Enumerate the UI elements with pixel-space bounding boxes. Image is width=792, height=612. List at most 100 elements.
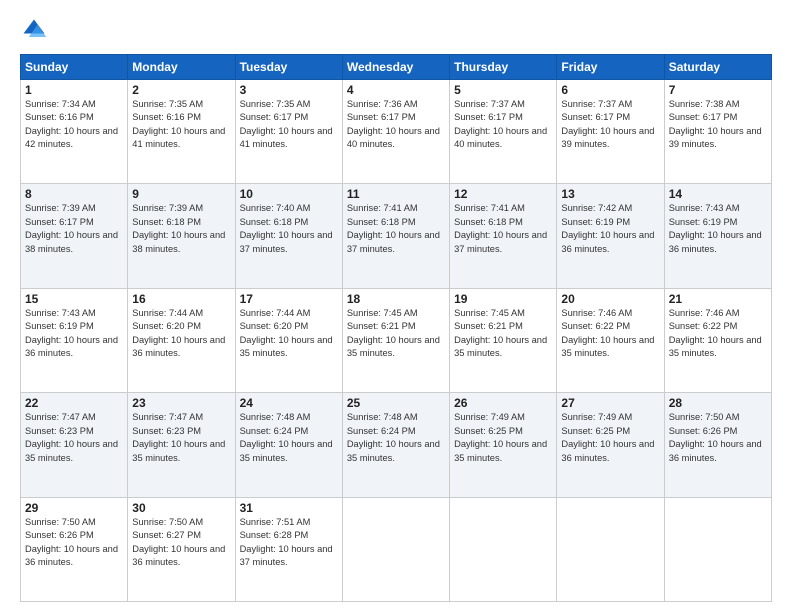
calendar-cell: 21Sunrise: 7:46 AMSunset: 6:22 PMDayligh… <box>664 288 771 392</box>
calendar-header-sunday: Sunday <box>21 55 128 80</box>
calendar-cell: 24Sunrise: 7:48 AMSunset: 6:24 PMDayligh… <box>235 393 342 497</box>
day-number: 24 <box>240 396 338 410</box>
day-info: Sunrise: 7:37 AMSunset: 6:17 PMDaylight:… <box>561 98 659 152</box>
calendar-cell: 23Sunrise: 7:47 AMSunset: 6:23 PMDayligh… <box>128 393 235 497</box>
day-info: Sunrise: 7:44 AMSunset: 6:20 PMDaylight:… <box>240 307 338 361</box>
calendar-header-friday: Friday <box>557 55 664 80</box>
calendar-cell: 15Sunrise: 7:43 AMSunset: 6:19 PMDayligh… <box>21 288 128 392</box>
day-info: Sunrise: 7:47 AMSunset: 6:23 PMDaylight:… <box>25 411 123 465</box>
day-number: 8 <box>25 187 123 201</box>
calendar-cell: 10Sunrise: 7:40 AMSunset: 6:18 PMDayligh… <box>235 184 342 288</box>
day-number: 27 <box>561 396 659 410</box>
day-info: Sunrise: 7:43 AMSunset: 6:19 PMDaylight:… <box>669 202 767 256</box>
header <box>20 16 772 44</box>
calendar-cell: 20Sunrise: 7:46 AMSunset: 6:22 PMDayligh… <box>557 288 664 392</box>
calendar-cell: 18Sunrise: 7:45 AMSunset: 6:21 PMDayligh… <box>342 288 449 392</box>
calendar-header-row: SundayMondayTuesdayWednesdayThursdayFrid… <box>21 55 772 80</box>
day-number: 5 <box>454 83 552 97</box>
calendar-cell: 31Sunrise: 7:51 AMSunset: 6:28 PMDayligh… <box>235 497 342 601</box>
day-number: 4 <box>347 83 445 97</box>
day-number: 6 <box>561 83 659 97</box>
day-info: Sunrise: 7:39 AMSunset: 6:17 PMDaylight:… <box>25 202 123 256</box>
day-number: 30 <box>132 501 230 515</box>
day-info: Sunrise: 7:47 AMSunset: 6:23 PMDaylight:… <box>132 411 230 465</box>
calendar-cell: 29Sunrise: 7:50 AMSunset: 6:26 PMDayligh… <box>21 497 128 601</box>
day-number: 9 <box>132 187 230 201</box>
calendar-cell: 14Sunrise: 7:43 AMSunset: 6:19 PMDayligh… <box>664 184 771 288</box>
day-info: Sunrise: 7:50 AMSunset: 6:26 PMDaylight:… <box>669 411 767 465</box>
page: SundayMondayTuesdayWednesdayThursdayFrid… <box>0 0 792 612</box>
calendar-header-wednesday: Wednesday <box>342 55 449 80</box>
day-info: Sunrise: 7:38 AMSunset: 6:17 PMDaylight:… <box>669 98 767 152</box>
calendar-cell <box>664 497 771 601</box>
day-info: Sunrise: 7:34 AMSunset: 6:16 PMDaylight:… <box>25 98 123 152</box>
day-info: Sunrise: 7:35 AMSunset: 6:17 PMDaylight:… <box>240 98 338 152</box>
calendar-week-5: 29Sunrise: 7:50 AMSunset: 6:26 PMDayligh… <box>21 497 772 601</box>
day-number: 2 <box>132 83 230 97</box>
day-info: Sunrise: 7:51 AMSunset: 6:28 PMDaylight:… <box>240 516 338 570</box>
calendar-cell: 19Sunrise: 7:45 AMSunset: 6:21 PMDayligh… <box>450 288 557 392</box>
day-number: 21 <box>669 292 767 306</box>
day-number: 26 <box>454 396 552 410</box>
day-number: 22 <box>25 396 123 410</box>
day-info: Sunrise: 7:48 AMSunset: 6:24 PMDaylight:… <box>347 411 445 465</box>
day-number: 19 <box>454 292 552 306</box>
day-info: Sunrise: 7:49 AMSunset: 6:25 PMDaylight:… <box>454 411 552 465</box>
day-info: Sunrise: 7:40 AMSunset: 6:18 PMDaylight:… <box>240 202 338 256</box>
calendar-week-3: 15Sunrise: 7:43 AMSunset: 6:19 PMDayligh… <box>21 288 772 392</box>
day-info: Sunrise: 7:39 AMSunset: 6:18 PMDaylight:… <box>132 202 230 256</box>
day-info: Sunrise: 7:50 AMSunset: 6:26 PMDaylight:… <box>25 516 123 570</box>
day-number: 23 <box>132 396 230 410</box>
day-info: Sunrise: 7:44 AMSunset: 6:20 PMDaylight:… <box>132 307 230 361</box>
calendar-cell: 13Sunrise: 7:42 AMSunset: 6:19 PMDayligh… <box>557 184 664 288</box>
calendar-cell: 25Sunrise: 7:48 AMSunset: 6:24 PMDayligh… <box>342 393 449 497</box>
calendar-cell: 7Sunrise: 7:38 AMSunset: 6:17 PMDaylight… <box>664 80 771 184</box>
calendar-header-tuesday: Tuesday <box>235 55 342 80</box>
calendar-cell: 3Sunrise: 7:35 AMSunset: 6:17 PMDaylight… <box>235 80 342 184</box>
calendar-cell: 22Sunrise: 7:47 AMSunset: 6:23 PMDayligh… <box>21 393 128 497</box>
day-info: Sunrise: 7:41 AMSunset: 6:18 PMDaylight:… <box>454 202 552 256</box>
day-number: 20 <box>561 292 659 306</box>
day-number: 7 <box>669 83 767 97</box>
calendar-cell: 30Sunrise: 7:50 AMSunset: 6:27 PMDayligh… <box>128 497 235 601</box>
day-info: Sunrise: 7:46 AMSunset: 6:22 PMDaylight:… <box>669 307 767 361</box>
day-number: 17 <box>240 292 338 306</box>
day-info: Sunrise: 7:49 AMSunset: 6:25 PMDaylight:… <box>561 411 659 465</box>
day-number: 10 <box>240 187 338 201</box>
calendar-cell: 17Sunrise: 7:44 AMSunset: 6:20 PMDayligh… <box>235 288 342 392</box>
calendar-week-2: 8Sunrise: 7:39 AMSunset: 6:17 PMDaylight… <box>21 184 772 288</box>
calendar-cell: 9Sunrise: 7:39 AMSunset: 6:18 PMDaylight… <box>128 184 235 288</box>
day-number: 16 <box>132 292 230 306</box>
calendar-cell: 16Sunrise: 7:44 AMSunset: 6:20 PMDayligh… <box>128 288 235 392</box>
calendar-cell: 6Sunrise: 7:37 AMSunset: 6:17 PMDaylight… <box>557 80 664 184</box>
day-number: 18 <box>347 292 445 306</box>
day-number: 29 <box>25 501 123 515</box>
calendar-cell <box>450 497 557 601</box>
calendar-cell <box>342 497 449 601</box>
calendar-cell: 8Sunrise: 7:39 AMSunset: 6:17 PMDaylight… <box>21 184 128 288</box>
day-info: Sunrise: 7:37 AMSunset: 6:17 PMDaylight:… <box>454 98 552 152</box>
day-info: Sunrise: 7:43 AMSunset: 6:19 PMDaylight:… <box>25 307 123 361</box>
day-number: 31 <box>240 501 338 515</box>
calendar-cell: 27Sunrise: 7:49 AMSunset: 6:25 PMDayligh… <box>557 393 664 497</box>
logo <box>20 16 52 44</box>
logo-icon <box>20 16 48 44</box>
day-info: Sunrise: 7:46 AMSunset: 6:22 PMDaylight:… <box>561 307 659 361</box>
day-number: 1 <box>25 83 123 97</box>
day-info: Sunrise: 7:36 AMSunset: 6:17 PMDaylight:… <box>347 98 445 152</box>
calendar-table: SundayMondayTuesdayWednesdayThursdayFrid… <box>20 54 772 602</box>
day-info: Sunrise: 7:48 AMSunset: 6:24 PMDaylight:… <box>240 411 338 465</box>
calendar-header-saturday: Saturday <box>664 55 771 80</box>
day-info: Sunrise: 7:41 AMSunset: 6:18 PMDaylight:… <box>347 202 445 256</box>
calendar-cell: 28Sunrise: 7:50 AMSunset: 6:26 PMDayligh… <box>664 393 771 497</box>
day-number: 12 <box>454 187 552 201</box>
calendar-cell: 12Sunrise: 7:41 AMSunset: 6:18 PMDayligh… <box>450 184 557 288</box>
day-info: Sunrise: 7:45 AMSunset: 6:21 PMDaylight:… <box>347 307 445 361</box>
day-number: 15 <box>25 292 123 306</box>
day-info: Sunrise: 7:50 AMSunset: 6:27 PMDaylight:… <box>132 516 230 570</box>
day-number: 28 <box>669 396 767 410</box>
calendar-week-4: 22Sunrise: 7:47 AMSunset: 6:23 PMDayligh… <box>21 393 772 497</box>
calendar-header-thursday: Thursday <box>450 55 557 80</box>
day-info: Sunrise: 7:45 AMSunset: 6:21 PMDaylight:… <box>454 307 552 361</box>
calendar-header-monday: Monday <box>128 55 235 80</box>
